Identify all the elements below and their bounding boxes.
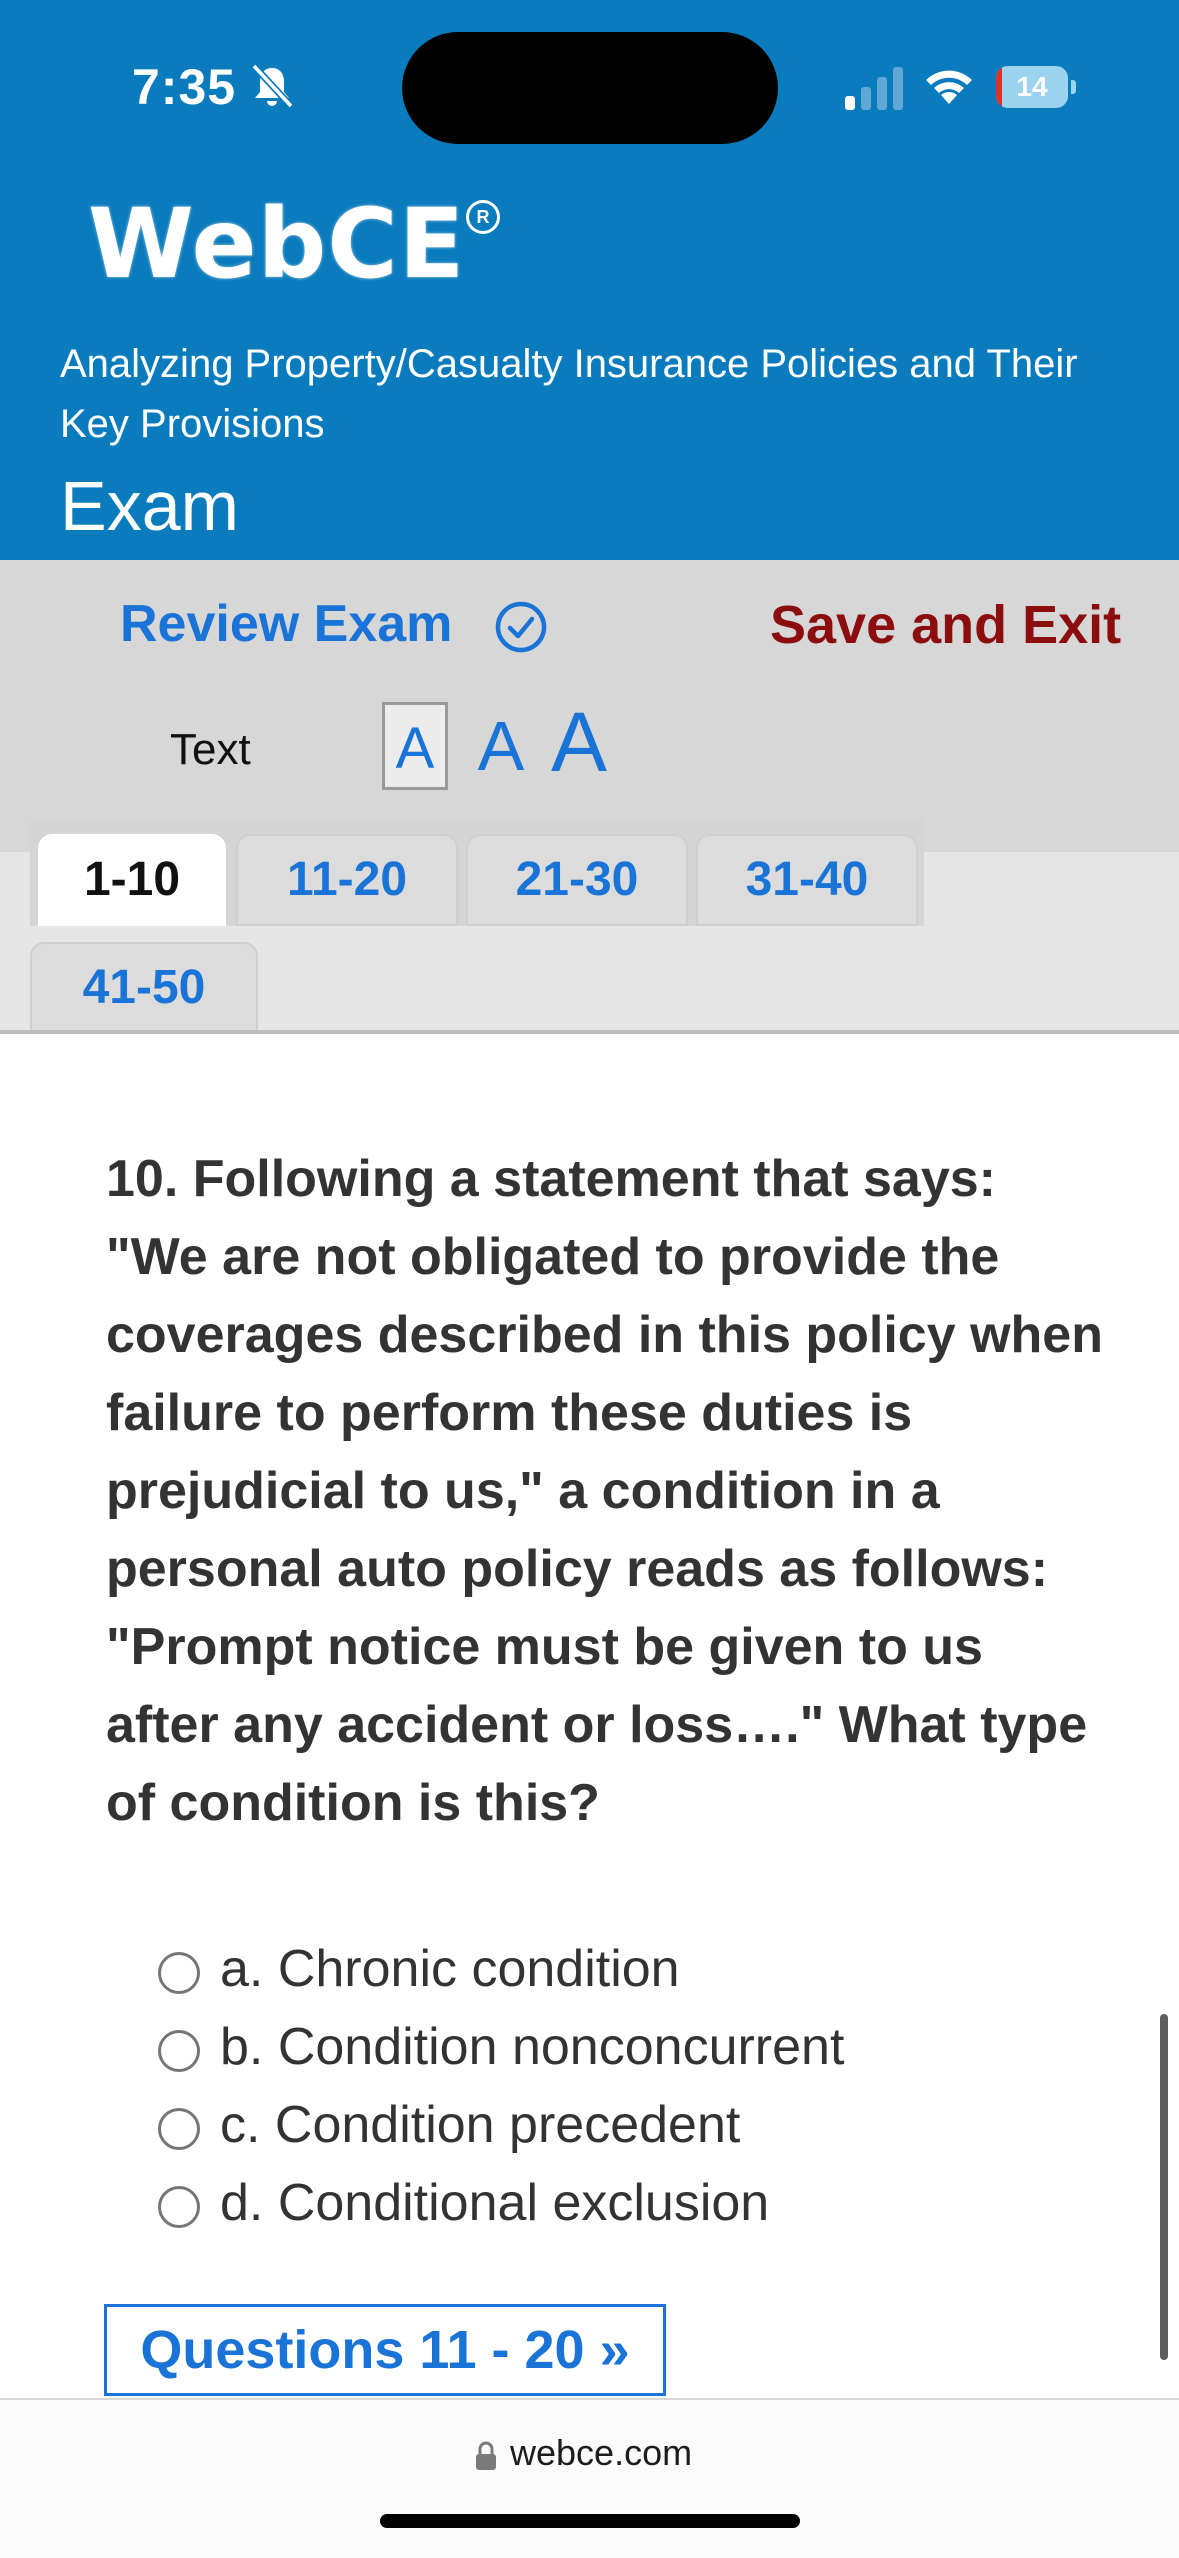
tabs-divider bbox=[0, 1030, 1179, 1034]
option-label[interactable]: a. Chronic condition bbox=[220, 1930, 680, 2008]
status-time: 7:35 bbox=[132, 59, 237, 115]
radio-button[interactable] bbox=[158, 2108, 200, 2150]
registered-mark: R bbox=[466, 200, 500, 234]
next-questions-button[interactable]: Questions 11 - 20 » bbox=[104, 2304, 666, 2396]
option-label[interactable]: b. Condition nonconcurrent bbox=[220, 2008, 844, 2086]
tab-questions-31-40[interactable]: 31-40 bbox=[696, 834, 918, 926]
page-scrollbar[interactable] bbox=[1160, 2014, 1168, 2360]
page-title: Exam bbox=[60, 467, 239, 545]
option-label[interactable]: d. Conditional exclusion bbox=[220, 2164, 769, 2242]
tab-questions-1-10[interactable]: 1-10 bbox=[38, 834, 226, 926]
home-indicator[interactable] bbox=[380, 2514, 800, 2528]
dynamic-island bbox=[402, 32, 778, 144]
option-label[interactable]: c. Condition precedent bbox=[220, 2086, 740, 2164]
radio-button[interactable] bbox=[158, 1952, 200, 1994]
lock-icon bbox=[476, 2441, 496, 2470]
tab-questions-21-30[interactable]: 21-30 bbox=[466, 834, 688, 926]
cellular-signal-icon bbox=[845, 67, 903, 110]
text-size-label: Text Size: bbox=[170, 725, 268, 800]
answer-option-c[interactable]: c. Condition precedent bbox=[158, 2086, 1098, 2164]
course-title: Analyzing Property/Casualty Insurance Po… bbox=[60, 342, 1078, 446]
browser-address-bar[interactable] bbox=[0, 2398, 1179, 2558]
text-size-medium-button[interactable]: A bbox=[468, 702, 534, 790]
save-and-exit-link[interactable]: Save and Exit bbox=[770, 594, 1121, 656]
answer-option-d[interactable]: d. Conditional exclusion bbox=[158, 2164, 1098, 2242]
bell-slash-icon bbox=[251, 63, 294, 109]
answer-option-b[interactable]: b. Condition nonconcurrent bbox=[158, 2008, 1098, 2086]
wifi-icon bbox=[926, 70, 972, 104]
tab-questions-41-50[interactable]: 41-50 bbox=[30, 942, 258, 1034]
radio-button[interactable] bbox=[158, 2186, 200, 2228]
tab-questions-11-20[interactable]: 11-20 bbox=[236, 834, 458, 926]
url-text[interactable]: webce.com bbox=[510, 2432, 692, 2474]
webce-logo: WebCE bbox=[88, 188, 466, 300]
battery-indicator: 14 bbox=[996, 66, 1078, 108]
text-size-small-button[interactable]: A bbox=[382, 702, 448, 790]
radio-button[interactable] bbox=[158, 2030, 200, 2072]
battery-level: 14 bbox=[1016, 71, 1048, 102]
check-circle-icon[interactable] bbox=[494, 600, 548, 654]
question-text: 10. Following a statement that says: "We… bbox=[106, 1150, 1103, 1832]
answer-option-a[interactable]: a. Chronic condition bbox=[158, 1930, 1098, 2008]
review-exam-link[interactable]: Review Exam bbox=[120, 594, 452, 654]
text-size-large-button[interactable]: A bbox=[544, 694, 614, 790]
